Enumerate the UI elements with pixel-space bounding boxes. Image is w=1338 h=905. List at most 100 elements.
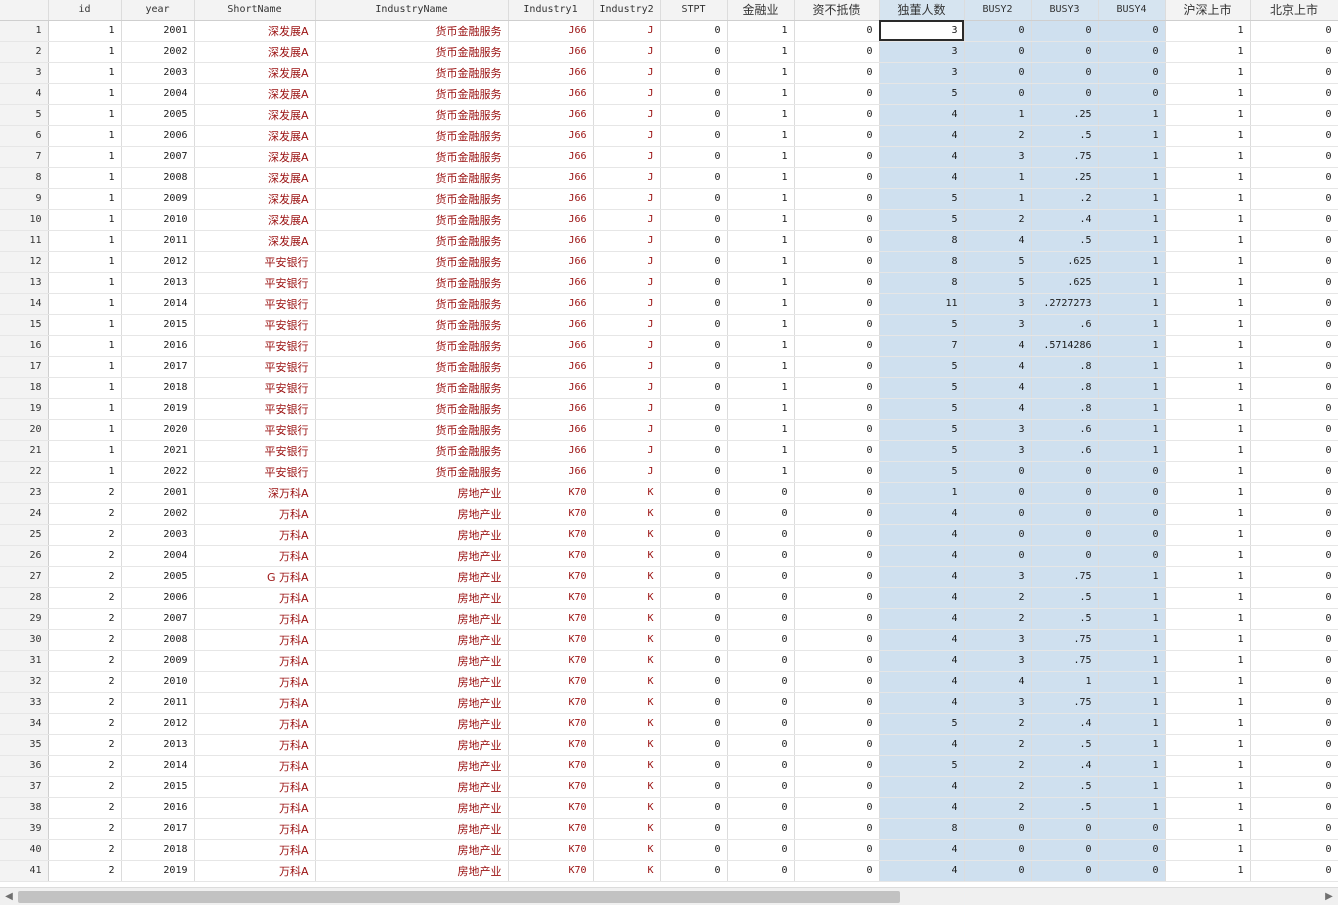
table-row[interactable]: 34 2 2012 万科A 房地产业 K70 K 0 0 0 5 2.4 1 1 0 [0,713,1338,735]
cell-insolvent[interactable]: 0 [794,230,880,252]
cell-beijing-listed[interactable]: 0 [1250,335,1338,357]
cell-industry1[interactable]: J66 [508,104,594,126]
cell-busy4[interactable]: 1 [1098,419,1166,441]
cell-year[interactable]: 2018 [121,377,195,399]
cell-industryname[interactable]: 货币金融服务 [315,251,509,273]
cell-year[interactable]: 2016 [121,797,195,819]
row-number[interactable]: 39 [0,818,49,840]
cell-finance[interactable]: 1 [727,83,795,105]
row-number[interactable]: 29 [0,608,49,630]
row-number[interactable]: 18 [0,377,49,399]
cell-busy2[interactable]: 1 [964,188,1032,210]
cell-finance[interactable]: 1 [727,272,795,294]
cell-busy2[interactable]: 4 [964,398,1032,420]
cell-shortname[interactable]: 万科A [194,608,316,630]
cell-industry1[interactable]: K70 [508,818,594,840]
cell-id[interactable]: 1 [48,440,122,462]
cell-independent-directors[interactable]: 4 [879,608,965,630]
cell-industry1[interactable]: K70 [508,734,594,756]
cell-busy3[interactable]: .5714286 [1031,335,1099,357]
col-header-independent-directors[interactable]: 独董人数 [879,0,965,21]
cell-industry1[interactable]: K70 [508,566,594,588]
cell-beijing-listed[interactable]: 0 [1250,797,1338,819]
cell-busy2[interactable]: 3 [964,293,1032,315]
cell-busy3[interactable]: 0 [1031,461,1099,483]
table-row[interactable]: 19 1 2019 平安银行 货币金融服务 J66 J 0 1 0 5 4.8 1 1 0 [0,398,1338,420]
cell-industry1[interactable]: J66 [508,41,594,63]
table-row[interactable]: 26 2 2004 万科A 房地产业 K70 K 0 0 0 4 0 0 0 1 0 [0,545,1338,567]
cell-busy4[interactable]: 1 [1098,377,1166,399]
cell-stpt[interactable]: 0 [660,188,728,210]
cell-busy4[interactable]: 1 [1098,230,1166,252]
cell-industryname[interactable]: 房地产业 [315,482,509,504]
cell-beijing-listed[interactable]: 0 [1250,692,1338,714]
cell-industryname[interactable]: 货币金融服务 [315,41,509,63]
cell-insolvent[interactable]: 0 [794,335,880,357]
cell-busy4[interactable]: 0 [1098,83,1166,105]
cell-busy3[interactable]: 0 [1031,20,1099,42]
cell-busy3[interactable]: .25 [1031,104,1099,126]
table-row[interactable]: 29 2 2007 万科A 房地产业 K70 K 0 0 0 4 2.5 1 1 0 [0,608,1338,630]
cell-shortname[interactable]: 深发展A [194,167,316,189]
cell-industry2[interactable]: J [593,146,661,168]
cell-id[interactable]: 2 [48,839,122,861]
cell-finance[interactable]: 1 [727,230,795,252]
cell-industryname[interactable]: 货币金融服务 [315,335,509,357]
cell-shortname[interactable]: 万科A [194,860,316,882]
cell-finance[interactable]: 1 [727,398,795,420]
cell-shortname[interactable]: 万科A [194,692,316,714]
table-row[interactable]: 13 1 2013 平安银行 货币金融服务 J66 J 0 1 0 8 5.625 1 1 0 [0,272,1338,294]
cell-sh-sz-listed[interactable]: 1 [1165,734,1251,756]
cell-industry1[interactable]: K70 [508,503,594,525]
cell-busy4[interactable]: 0 [1098,41,1166,63]
cell-busy4[interactable]: 1 [1098,356,1166,378]
cell-insolvent[interactable]: 0 [794,734,880,756]
cell-id[interactable]: 1 [48,419,122,441]
cell-finance[interactable]: 1 [727,125,795,147]
cell-insolvent[interactable]: 0 [794,398,880,420]
cell-independent-directors[interactable]: 4 [879,566,965,588]
cell-beijing-listed[interactable]: 0 [1250,251,1338,273]
cell-sh-sz-listed[interactable]: 1 [1165,398,1251,420]
cell-finance[interactable]: 1 [727,20,795,42]
cell-sh-sz-listed[interactable]: 1 [1165,377,1251,399]
table-row[interactable]: 33 2 2011 万科A 房地产业 K70 K 0 0 0 4 3.75 1 1 0 [0,692,1338,714]
cell-busy2[interactable]: 3 [964,146,1032,168]
cell-independent-directors[interactable]: 8 [879,818,965,840]
cell-finance[interactable]: 0 [727,839,795,861]
cell-insolvent[interactable]: 0 [794,839,880,861]
row-number[interactable]: 15 [0,314,49,336]
cell-industry1[interactable]: K70 [508,671,594,693]
cell-industry1[interactable]: K70 [508,839,594,861]
cell-year[interactable]: 2006 [121,587,195,609]
cell-industry2[interactable]: J [593,440,661,462]
cell-shortname[interactable]: 深万科A [194,482,316,504]
cell-busy4[interactable]: 1 [1098,608,1166,630]
cell-busy3[interactable]: 0 [1031,83,1099,105]
cell-independent-directors[interactable]: 4 [879,734,965,756]
cell-independent-directors[interactable]: 4 [879,692,965,714]
cell-year[interactable]: 2021 [121,440,195,462]
cell-industryname[interactable]: 货币金融服务 [315,20,509,42]
cell-insolvent[interactable]: 0 [794,776,880,798]
cell-busy4[interactable]: 1 [1098,398,1166,420]
cell-industryname[interactable]: 货币金融服务 [315,272,509,294]
cell-independent-directors[interactable]: 5 [879,461,965,483]
cell-insolvent[interactable]: 0 [794,251,880,273]
table-row[interactable]: 5 1 2005 深发展A 货币金融服务 J66 J 0 1 0 4 1.25 1 1 0 [0,104,1338,126]
cell-independent-directors[interactable]: 4 [879,776,965,798]
cell-shortname[interactable]: 平安银行 [194,314,316,336]
cell-insolvent[interactable]: 0 [794,650,880,672]
cell-year[interactable]: 2017 [121,356,195,378]
cell-stpt[interactable]: 0 [660,251,728,273]
cell-industry2[interactable]: K [593,797,661,819]
cell-beijing-listed[interactable]: 0 [1250,419,1338,441]
cell-industry1[interactable]: J66 [508,440,594,462]
cell-finance[interactable]: 0 [727,545,795,567]
cell-sh-sz-listed[interactable]: 1 [1165,755,1251,777]
cell-shortname[interactable]: 深发展A [194,230,316,252]
table-row[interactable]: 17 1 2017 平安银行 货币金融服务 J66 J 0 1 0 5 4.8 1 1 0 [0,356,1338,378]
cell-industry2[interactable]: K [593,608,661,630]
cell-beijing-listed[interactable]: 0 [1250,545,1338,567]
cell-busy3[interactable]: 0 [1031,545,1099,567]
